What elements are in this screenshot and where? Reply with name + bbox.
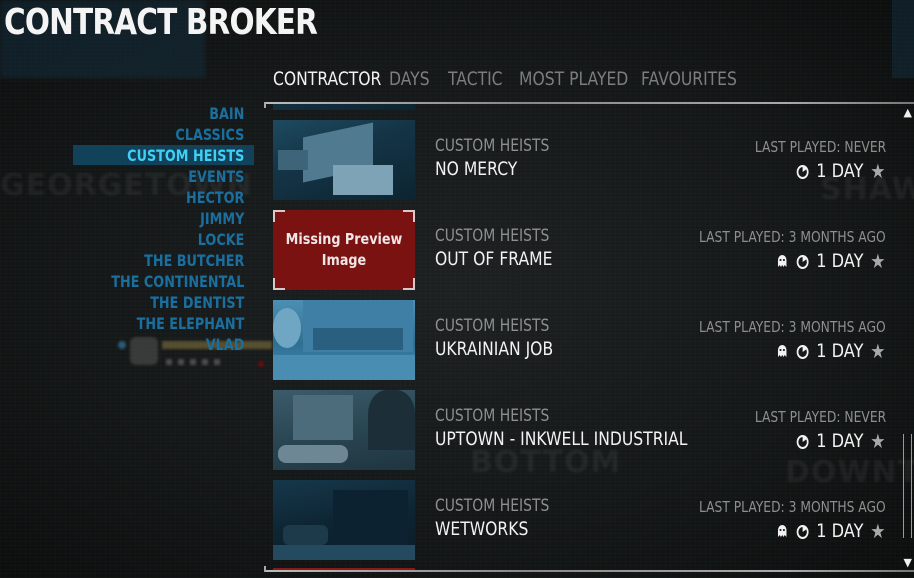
heist-name: UPTOWN - INKWELL INDUSTRIAL — [435, 428, 688, 450]
stealth-ghost-icon — [777, 255, 786, 267]
last-played: LAST PLAYED: 3 MONTHS AGO — [699, 228, 886, 246]
heist-duration: 1 DAY — [815, 340, 863, 362]
sidebar-item-the-continental[interactable]: THE CONTINENTAL — [111, 271, 244, 292]
sidebar-item-the-elephant[interactable]: THE ELEPHANT — [111, 313, 244, 334]
star-icon[interactable]: ★ — [870, 521, 885, 541]
filter-tabs: CONTRACTOR DAYS TACTIC MOST PLAYED FAVOU… — [273, 68, 751, 90]
heist-meta: 1 DAY ★ — [795, 160, 885, 182]
stealth-ghost-icon — [777, 345, 786, 357]
tab-favourites[interactable]: FAVOURITES — [641, 68, 737, 90]
frame-corner — [273, 278, 285, 290]
heist-name: OUT OF FRAME — [435, 248, 553, 270]
list-frame-tick — [264, 102, 266, 108]
heist-row-no-mercy[interactable]: CUSTOM HEISTS NO MERCY LAST PLAYED: NEVE… — [273, 120, 893, 200]
timer-icon — [796, 525, 809, 539]
sidebar-item-the-dentist[interactable]: THE DENTIST — [111, 292, 244, 313]
missing-preview-image: Missing Preview Image — [273, 210, 415, 290]
missing-preview-text: Missing Preview Image — [285, 230, 403, 269]
heist-preview-partial — [273, 104, 415, 110]
scrollbar-thumb[interactable] — [903, 434, 912, 538]
star-icon[interactable]: ★ — [870, 341, 885, 361]
tab-days[interactable]: DAYS — [389, 68, 437, 90]
timer-icon — [796, 345, 809, 359]
heist-meta: 1 DAY ★ — [775, 340, 885, 362]
scroll-up-arrow-icon[interactable]: ▲ — [904, 106, 912, 119]
sidebar-item-hector[interactable]: HECTOR — [111, 187, 244, 208]
sidebar-item-classics[interactable]: CLASSICS — [111, 124, 244, 145]
heist-category: CUSTOM HEISTS — [435, 496, 550, 516]
heist-name: NO MERCY — [435, 158, 518, 180]
sidebar-item-the-butcher[interactable]: THE BUTCHER — [111, 250, 244, 271]
list-frame-tick — [264, 566, 266, 572]
last-played: LAST PLAYED: 3 MONTHS AGO — [699, 318, 886, 336]
heist-list: CUSTOM HEISTS NO MERCY LAST PLAYED: NEVE… — [273, 104, 913, 570]
star-icon[interactable]: ★ — [870, 161, 885, 181]
star-icon[interactable]: ★ — [870, 251, 885, 271]
heist-meta: 1 DAY ★ — [795, 430, 885, 452]
heist-preview-partial — [273, 568, 415, 570]
last-played: LAST PLAYED: NEVER — [754, 408, 886, 426]
heist-duration: 1 DAY — [815, 520, 863, 542]
last-played: LAST PLAYED: NEVER — [754, 138, 886, 156]
sidebar-item-bain[interactable]: BAIN — [111, 103, 244, 124]
heist-row-uptown-inkwell-industrial[interactable]: CUSTOM HEISTS UPTOWN - INKWELL INDUSTRIA… — [273, 390, 893, 470]
tab-most-played[interactable]: MOST PLAYED — [519, 68, 628, 90]
sidebar-item-jimmy[interactable]: JIMMY — [111, 208, 244, 229]
heist-category: CUSTOM HEISTS — [435, 136, 550, 156]
timer-icon — [796, 435, 809, 449]
stealth-ghost-icon — [777, 525, 786, 537]
star-icon[interactable]: ★ — [870, 431, 885, 451]
heist-duration: 1 DAY — [815, 160, 863, 182]
background-panel-right — [892, 0, 914, 78]
heist-duration: 1 DAY — [815, 430, 863, 452]
scroll-down-arrow-icon[interactable]: ▼ — [904, 556, 912, 569]
frame-corner — [403, 278, 415, 290]
heist-row-out-of-frame[interactable]: Missing Preview Image CUSTOM HEISTS OUT … — [273, 210, 893, 290]
heist-category: CUSTOM HEISTS — [435, 316, 550, 336]
heist-preview-image — [273, 120, 415, 200]
heist-row-ukrainian-job[interactable]: CUSTOM HEISTS UKRAINIAN JOB LAST PLAYED:… — [273, 300, 893, 380]
sidebar-item-custom-heists[interactable]: CUSTOM HEISTS — [111, 145, 244, 166]
heist-preview-image — [273, 390, 415, 470]
heist-preview-image — [273, 480, 415, 560]
sidebar-item-vlad[interactable]: VLAD — [111, 334, 244, 355]
frame-corner — [403, 210, 415, 222]
heist-name: WETWORKS — [435, 518, 529, 540]
heist-row-wetworks[interactable]: CUSTOM HEISTS WETWORKS LAST PLAYED: 3 MO… — [273, 480, 893, 560]
heist-meta: 1 DAY ★ — [775, 520, 885, 542]
heist-category: CUSTOM HEISTS — [435, 406, 550, 426]
page-title: CONTRACT BROKER — [4, 2, 318, 43]
sidebar-item-events[interactable]: EVENTS — [111, 166, 244, 187]
tab-contractor[interactable]: CONTRACTOR — [273, 68, 381, 90]
heist-meta: 1 DAY ★ — [775, 250, 885, 272]
timer-icon — [796, 165, 809, 179]
contractor-sidebar: BAIN CLASSICS CUSTOM HEISTS EVENTS HECTO… — [78, 103, 244, 355]
frame-corner — [273, 210, 285, 222]
heist-category: CUSTOM HEISTS — [435, 226, 550, 246]
last-played: LAST PLAYED: 3 MONTHS AGO — [699, 498, 886, 516]
heist-name: UKRAINIAN JOB — [435, 338, 554, 360]
timer-icon — [796, 255, 809, 269]
list-frame-bottom — [264, 570, 914, 572]
heist-preview-image — [273, 300, 415, 380]
sidebar-item-locke[interactable]: LOCKE — [111, 229, 244, 250]
heist-duration: 1 DAY — [815, 250, 863, 272]
tab-tactic[interactable]: TACTIC — [448, 68, 506, 90]
